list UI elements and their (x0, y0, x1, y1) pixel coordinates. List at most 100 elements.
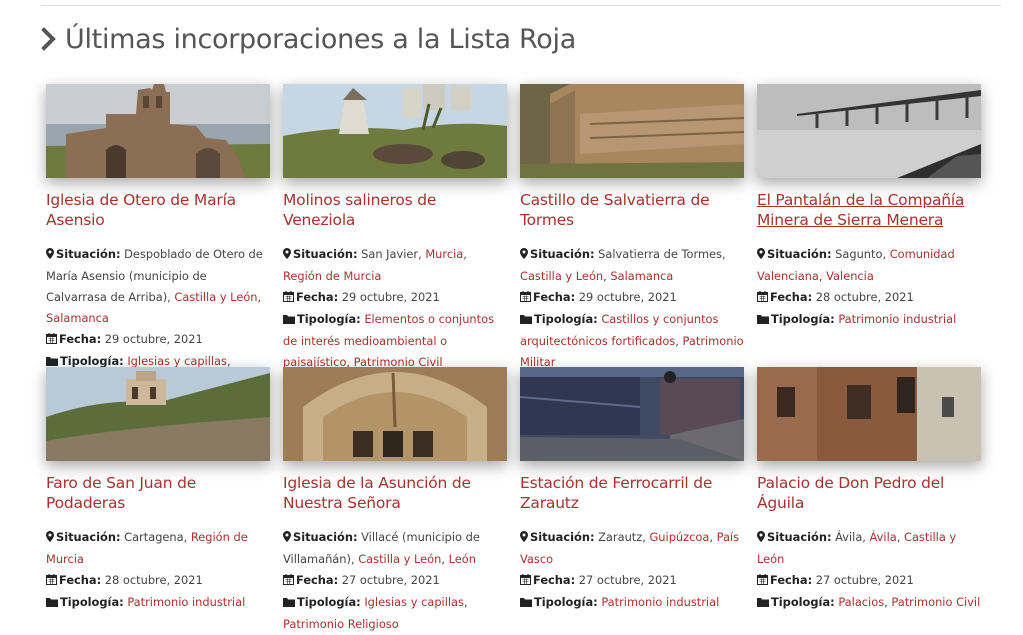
meta-label: Fecha: (533, 573, 576, 587)
meta-value: , (709, 530, 717, 544)
meta-fecha: Fecha: 28 octubre, 2021 (757, 287, 981, 309)
card-thumbnail[interactable] (520, 367, 744, 461)
meta-value: Salvatierra de Tormes, (598, 247, 726, 261)
meta-tipologia: Tipología: Patrimonio industrial (46, 592, 270, 614)
meta-link[interactable]: Ávila (870, 530, 897, 544)
meta-situacion: Situación: Cartagena, Región de Murcia (46, 527, 270, 570)
card-thumbnail[interactable] (520, 84, 744, 178)
card-thumbnail[interactable] (46, 367, 270, 461)
meta-tipologia: Tipología: Palacios, Patrimonio Civil (757, 592, 981, 614)
card-title[interactable]: Palacio de Don Pedro del Águila (757, 473, 981, 513)
meta-label: Tipología: (60, 354, 124, 368)
meta-tipologia: Tipología: Castillos y conjuntos arquite… (520, 309, 744, 373)
meta-link[interactable]: Murcia (425, 247, 463, 261)
card-title[interactable]: Molinos salineros de Veneziola (283, 190, 507, 230)
card-meta: Situación: Zarautz, Guipúzcoa, País Vasc… (520, 527, 744, 614)
meta-label: Tipología: (297, 312, 361, 326)
card: Estación de Ferrocarril de Zarautz Situa… (520, 367, 744, 614)
card-thumbnail[interactable] (283, 84, 507, 178)
palace-facade-photo (757, 367, 981, 461)
meta-link[interactable]: Región de Murcia (283, 269, 381, 283)
meta-value: San Javier, (361, 247, 426, 261)
meta-fecha: Fecha: 27 octubre, 2021 (283, 570, 507, 592)
calendar-icon (46, 330, 57, 351)
meta-link[interactable]: Patrimonio industrial (601, 595, 719, 609)
card-thumbnail[interactable] (46, 84, 270, 178)
meta-value: 29 octubre, 2021 (341, 290, 440, 304)
meta-situacion: Situación: Villacé (municipio de Villama… (283, 527, 507, 570)
section-heading: Últimas incorporaciones a la Lista Roja (41, 22, 576, 56)
meta-value: Zarautz, (598, 530, 650, 544)
card-title[interactable]: Faro de San Juan de Podaderas (46, 473, 270, 513)
card: Iglesia de Otero de María Asensio Situac… (46, 84, 270, 394)
meta-value: , (463, 595, 468, 609)
meta-link[interactable]: Iglesias y capillas (127, 354, 227, 368)
card-thumbnail[interactable] (757, 367, 981, 461)
meta-fecha: Fecha: 29 octubre, 2021 (520, 287, 744, 309)
meta-link[interactable]: Valencia (826, 269, 874, 283)
meta-label: Situación: (293, 530, 358, 544)
meta-label: Situación: (530, 530, 595, 544)
card-thumbnail[interactable] (283, 367, 507, 461)
meta-link[interactable]: Patrimonio Religioso (283, 617, 399, 631)
meta-fecha: Fecha: 27 octubre, 2021 (520, 570, 744, 592)
meta-link[interactable]: Guipúzcoa (649, 530, 709, 544)
meta-situacion: Situación: Despoblado de Otero de María … (46, 244, 270, 329)
meta-fecha: Fecha: 29 octubre, 2021 (283, 287, 507, 309)
meta-label: Situación: (767, 247, 832, 261)
calendar-icon (757, 571, 768, 592)
meta-link[interactable]: Castilla y León (520, 269, 603, 283)
meta-link[interactable]: Salamanca (46, 311, 109, 325)
meta-label: Fecha: (59, 573, 102, 587)
meta-link[interactable]: Patrimonio industrial (838, 312, 956, 326)
card-meta: Situación: Ávila, Ávila, Castilla y León… (757, 527, 981, 614)
card-title[interactable]: Castillo de Salvatierra de Tormes (520, 190, 744, 230)
windmill-photo (283, 84, 507, 178)
calendar-icon (520, 571, 531, 592)
map-marker-icon (757, 245, 765, 266)
card-thumbnail[interactable] (757, 84, 981, 178)
meta-link[interactable]: Patrimonio industrial (127, 595, 245, 609)
meta-link[interactable]: Castilla y León (358, 552, 441, 566)
meta-label: Situación: (56, 247, 121, 261)
meta-link[interactable]: Palacios (838, 595, 884, 609)
folder-icon (757, 593, 769, 614)
meta-value: 29 octubre, 2021 (104, 332, 203, 346)
card-title[interactable]: Iglesia de la Asunción de Nuestra Señora (283, 473, 507, 513)
meta-situacion: Situación: Zarautz, Guipúzcoa, País Vasc… (520, 527, 744, 570)
meta-link[interactable]: Castilla y León (174, 290, 257, 304)
folder-icon (757, 310, 769, 331)
map-marker-icon (46, 528, 54, 549)
card: El Pantalán de la Compañía Minera de Sie… (757, 84, 981, 331)
calendar-icon (757, 288, 768, 309)
meta-value: , (463, 247, 467, 261)
meta-tipologia: Tipología: Iglesias y capillas, Patrimon… (283, 592, 507, 635)
card-title[interactable]: Estación de Ferrocarril de Zarautz (520, 473, 744, 513)
meta-fecha: Fecha: 28 octubre, 2021 (46, 570, 270, 592)
card-title[interactable]: El Pantalán de la Compañía Minera de Sie… (757, 190, 981, 230)
meta-value: Cartagena, (124, 530, 191, 544)
meta-label: Fecha: (533, 290, 576, 304)
meta-label: Tipología: (534, 595, 598, 609)
meta-label: Tipología: (297, 595, 361, 609)
church-ruins-photo (46, 84, 270, 178)
meta-value: 28 octubre, 2021 (104, 573, 203, 587)
meta-link[interactable]: Iglesias y capillas (364, 595, 464, 609)
meta-label: Fecha: (296, 290, 339, 304)
card: Castillo de Salvatierra de Tormes Situac… (520, 84, 744, 373)
meta-value: 29 octubre, 2021 (578, 290, 677, 304)
map-marker-icon (283, 245, 291, 266)
meta-label: Tipología: (534, 312, 598, 326)
meta-link[interactable]: León (449, 552, 476, 566)
meta-value: 27 octubre, 2021 (578, 573, 677, 587)
meta-link[interactable]: Salamanca (610, 269, 673, 283)
train-station-photo (520, 367, 744, 461)
card-title[interactable]: Iglesia de Otero de María Asensio (46, 190, 270, 230)
map-marker-icon (520, 245, 528, 266)
meta-value: , (257, 290, 262, 304)
folder-icon (520, 310, 532, 331)
calendar-icon (46, 571, 57, 592)
meta-link[interactable]: Patrimonio Civil (891, 595, 980, 609)
meta-label: Tipología: (60, 595, 124, 609)
castle-wall-photo (520, 84, 744, 178)
